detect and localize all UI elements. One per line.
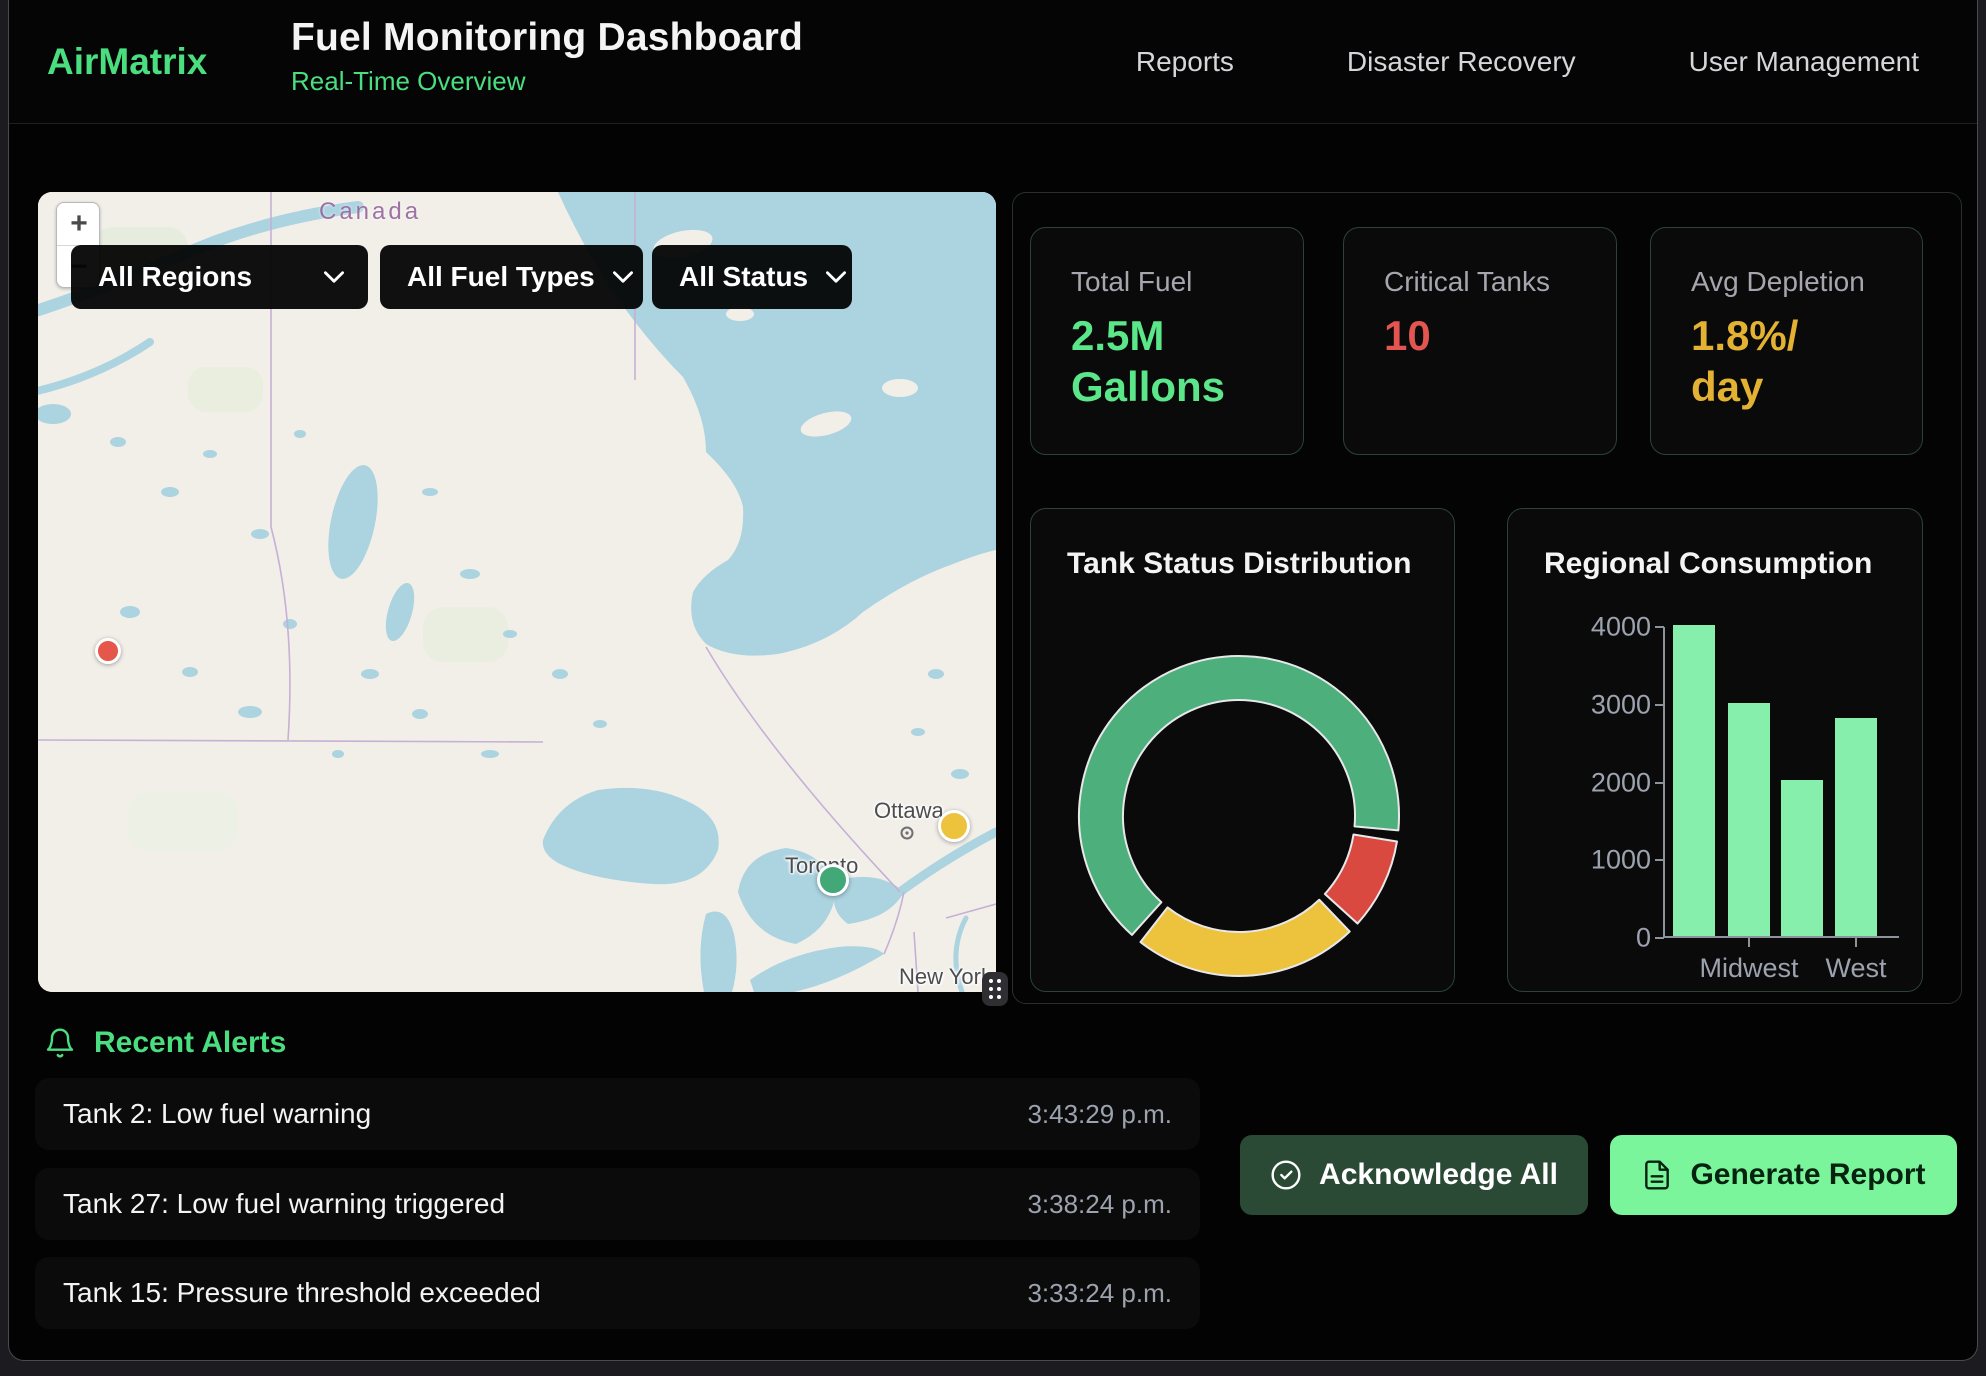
dashboard-root: AirMatrix Fuel Monitoring Dashboard Real… (0, 0, 1986, 1376)
x-tick-mark (1855, 938, 1857, 947)
y-tick-label: 0 (1581, 923, 1651, 954)
y-tick-label: 1000 (1581, 845, 1651, 876)
check-circle-icon (1270, 1159, 1302, 1191)
y-tick-label: 4000 (1581, 612, 1651, 643)
donut-chart (1069, 640, 1409, 980)
acknowledge-all-button[interactable]: Acknowledge All (1240, 1135, 1588, 1215)
chart-title: Regional Consumption (1544, 547, 1872, 581)
y-tick-label: 2000 (1581, 767, 1651, 798)
bar-Midwest (1728, 703, 1770, 936)
stat-label: Avg Depletion (1691, 266, 1922, 298)
alert-message: Tank 27: Low fuel warning triggered (63, 1188, 1027, 1220)
bar-chart: 01000200030004000MidwestWest (1663, 627, 1899, 938)
bar-West (1835, 718, 1877, 936)
nav-reports[interactable]: Reports (1136, 46, 1234, 78)
stat-label: Critical Tanks (1384, 266, 1616, 298)
region-filter-dropdown[interactable]: All Regions (71, 245, 368, 309)
alert-time: 3:38:24 p.m. (1027, 1189, 1172, 1220)
y-tick-mark (1655, 859, 1664, 861)
bar-series-1 (1673, 625, 1715, 936)
fuel-type-filter-value: All Fuel Types (407, 261, 595, 293)
status-filter-value: All Status (679, 261, 808, 293)
tank-status-chart-card: Tank Status Distribution (1030, 508, 1455, 992)
y-tick-label: 3000 (1581, 689, 1651, 720)
stat-value: 10 (1384, 310, 1616, 361)
tank-marker-normal[interactable] (817, 864, 849, 896)
nav-disaster-recovery[interactable]: Disaster Recovery (1347, 46, 1576, 78)
brand-logo[interactable]: AirMatrix (47, 0, 207, 124)
tank-marker-critical[interactable] (95, 638, 121, 664)
alert-time: 3:43:29 p.m. (1027, 1099, 1172, 1130)
stat-card-critical-tanks: Critical Tanks 10 (1343, 227, 1617, 455)
file-text-icon (1641, 1159, 1673, 1191)
x-category-label-midwest: Midwest (1699, 953, 1798, 984)
alert-time: 3:33:24 p.m. (1027, 1278, 1172, 1309)
stat-value: 1.8%/day (1691, 310, 1811, 412)
chart-title: Tank Status Distribution (1067, 547, 1411, 581)
stat-card-total-fuel: Total Fuel 2.5M Gallons (1030, 227, 1304, 455)
regional-consumption-chart-card: Regional Consumption 01000200030004000Mi… (1507, 508, 1923, 992)
tank-marker-warning[interactable] (938, 810, 970, 842)
y-tick-mark (1655, 704, 1664, 706)
x-tick-mark (1748, 938, 1750, 947)
bar-series-3 (1781, 780, 1823, 936)
x-category-label-west: West (1825, 953, 1886, 984)
stat-card-avg-depletion: Avg Depletion 1.8%/day (1650, 227, 1923, 455)
top-nav: Reports Disaster Recovery User Managemen… (1136, 0, 1919, 124)
stat-value: 2.5M Gallons (1071, 310, 1241, 412)
chevron-down-icon (324, 271, 344, 283)
stat-label: Total Fuel (1071, 266, 1303, 298)
acknowledge-all-label: Acknowledge All (1319, 1158, 1558, 1192)
region-filter-value: All Regions (98, 261, 306, 293)
bell-icon (44, 1027, 76, 1059)
title-block: Fuel Monitoring Dashboard Real-Time Over… (291, 16, 803, 97)
donut-segment-critical (1325, 834, 1397, 923)
alert-row[interactable]: Tank 27: Low fuel warning triggered 3:38… (35, 1168, 1200, 1240)
map-canvas[interactable]: CanadaOttawaTorontoNew York + − All Regi… (38, 192, 996, 992)
generate-report-label: Generate Report (1690, 1158, 1925, 1192)
alert-message: Tank 15: Pressure threshold exceeded (63, 1277, 1027, 1309)
alert-row[interactable]: Tank 2: Low fuel warning 3:43:29 p.m. (35, 1078, 1200, 1150)
page-title: Fuel Monitoring Dashboard (291, 16, 803, 60)
y-tick-mark (1655, 782, 1664, 784)
status-filter-dropdown[interactable]: All Status (652, 245, 852, 309)
donut-segment-warning (1140, 900, 1349, 976)
fuel-type-filter-dropdown[interactable]: All Fuel Types (380, 245, 643, 309)
chevron-down-icon (826, 271, 846, 283)
map-filter-row: All Regions All Fuel Types All Status (38, 245, 996, 309)
generate-report-button[interactable]: Generate Report (1610, 1135, 1957, 1215)
resize-handle-icon[interactable] (982, 972, 1008, 1006)
nav-user-management[interactable]: User Management (1689, 46, 1919, 78)
page-subtitle: Real-Time Overview (291, 66, 803, 97)
alerts-title: Recent Alerts (94, 1026, 286, 1060)
header: AirMatrix Fuel Monitoring Dashboard Real… (9, 0, 1977, 124)
y-tick-mark (1655, 937, 1664, 939)
alert-row[interactable]: Tank 15: Pressure threshold exceeded 3:3… (35, 1257, 1200, 1329)
y-tick-mark (1655, 626, 1664, 628)
map-terrain (38, 192, 996, 992)
alert-message: Tank 2: Low fuel warning (63, 1098, 1027, 1130)
zoom-in-button[interactable]: + (57, 203, 100, 245)
chevron-down-icon (613, 271, 633, 283)
alerts-header: Recent Alerts (44, 1026, 286, 1060)
